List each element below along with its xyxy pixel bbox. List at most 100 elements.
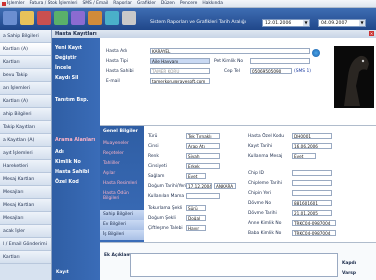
tab-prescriptions[interactable]: Reçeteler: [103, 151, 124, 156]
breed-select[interactable]: Arap Atı: [186, 143, 220, 149]
mother-id-field[interactable]: TRKC04-0987004: [292, 220, 336, 226]
tab-analyses[interactable]: Tahliller: [103, 161, 120, 166]
delete-button[interactable]: Kaydı Sil: [55, 76, 78, 81]
search-by-code[interactable]: Özel Kod: [55, 180, 79, 185]
toolbar-icon-2[interactable]: [20, 11, 34, 25]
menu-item-islemler[interactable]: İşlemler: [7, 1, 25, 6]
nav-item[interactable]: Kartları (A): [0, 43, 51, 56]
date-from-select[interactable]: 12.01.2006 ▼: [262, 19, 310, 27]
healthy-select[interactable]: Evet: [186, 173, 206, 179]
tab-other-info[interactable]: Hasta Ödün Bilgileri: [103, 191, 144, 201]
food-field[interactable]: [186, 193, 220, 199]
chevron-down-icon[interactable]: ▼: [303, 20, 309, 26]
menu-item-grafikler[interactable]: Grafikler: [137, 1, 156, 6]
tab-examinations[interactable]: Muayeneler: [103, 141, 129, 146]
date-to-select[interactable]: 04.09.2007 ▼: [318, 19, 366, 27]
tattoo-date-field[interactable]: 21.01.2005: [292, 210, 332, 216]
toolbar: Sistem Raporları ve Grafikleri Tarih Ara…: [0, 8, 376, 30]
close-icon[interactable]: ×: [369, 31, 374, 36]
nav-item[interactable]: l / Email Gönderimi: [0, 238, 51, 251]
special-code-label: Hasta Özel Kodu: [248, 134, 285, 139]
chip-place-label: Chipin Yeri: [248, 191, 272, 196]
patient-photo: [334, 46, 374, 108]
menu-item-duzen[interactable]: Düzen: [161, 1, 175, 6]
nav-item[interactable]: Kartları: [0, 251, 51, 264]
nav-item[interactable]: acak İşler: [0, 225, 51, 238]
menu-item-fatura[interactable]: Fatura / Stok İşlemleri: [30, 1, 78, 6]
patient-type-select[interactable]: Aile Hayvanı: [150, 58, 210, 64]
refresh-icon[interactable]: [312, 49, 320, 57]
toolbar-icon-5[interactable]: [71, 11, 85, 25]
toolbar-icon-3[interactable]: [37, 11, 51, 25]
nav-item[interactable]: Mesaj Kartları: [0, 173, 51, 186]
nav-item[interactable]: Mesaj Kartları: [0, 199, 51, 212]
nav-item[interactable]: Takip Kayıtları: [0, 121, 51, 134]
tab-home-info[interactable]: Ev Bilgileri: [100, 220, 144, 230]
nav-item[interactable]: ayıt İşlemleri: [0, 147, 51, 160]
menu-item-sms[interactable]: SMS / Email: [82, 1, 108, 6]
search-by-name[interactable]: Adı: [55, 150, 64, 155]
menu-item-raporlar[interactable]: Raporlar: [113, 1, 132, 6]
nav-item[interactable]: bevu Takip: [0, 69, 51, 82]
toolbar-icon-4[interactable]: [54, 11, 68, 25]
special-code-field[interactable]: DH0001: [292, 133, 332, 139]
nav-item[interactable]: Hareketleri: [0, 160, 51, 173]
chevron-down-icon[interactable]: ▼: [359, 20, 365, 26]
varsp-label: Varsp: [342, 271, 357, 276]
search-by-id[interactable]: Kimlik No: [55, 160, 81, 165]
tab-owner-info[interactable]: Sahip Bilgileri: [100, 210, 144, 220]
menu-item-pencere[interactable]: Pencere: [180, 1, 198, 6]
search-by-owner[interactable]: Hasta Sahibi: [55, 170, 89, 175]
tab-pictures[interactable]: Hasta Resimleri: [103, 181, 137, 186]
nav-item[interactable]: Kartları: [0, 56, 51, 69]
birth-place-field[interactable]: ANKARA: [214, 183, 236, 189]
email-field[interactable]: tamerkoru@ravesoft.com: [150, 78, 210, 84]
color-select[interactable]: Siyah: [186, 153, 220, 159]
inspect-button[interactable]: İncele: [55, 66, 71, 71]
toolbar-icon-8[interactable]: [122, 11, 136, 25]
patient-name-field[interactable]: KARAYEL: [150, 48, 310, 54]
pet-id-field[interactable]: [250, 58, 310, 64]
chip-id-field[interactable]: [292, 170, 332, 176]
mating-select[interactable]: Hayır: [186, 225, 206, 231]
tab-work-info[interactable]: İş Bilgileri: [100, 230, 144, 240]
nav-item[interactable]: arı İşlemleri: [0, 82, 51, 95]
nav-item[interactable]: ahip Bilgileri: [0, 108, 51, 121]
father-id-field[interactable]: TRKC04-0987004: [292, 230, 336, 236]
tattoo-no-field[interactable]: 881601601: [292, 200, 332, 206]
nav-item[interactable]: a Kayıtları (A): [0, 134, 51, 147]
birth-type-select[interactable]: Doğal: [186, 215, 206, 221]
patient-header-form: Hasta Adı KARAYEL Hasta Tipi Aile Hayvan…: [100, 38, 376, 126]
left-nav: a Sahip Bilgileri Kartları (A) Kartları …: [0, 30, 52, 280]
general-info-tab[interactable]: Genel Bilgiler: [103, 129, 138, 134]
toolbar-icon-1[interactable]: [3, 11, 17, 25]
nav-item[interactable]: a Sahip Bilgileri: [0, 30, 51, 43]
general-info-form: Türü Tek Tırnaklı Cinsi Arap Atı Renk Si…: [144, 126, 376, 242]
notes-section: Ek Açıklama Kayıt Kapdı Varsp: [56, 242, 376, 280]
chip-place-field[interactable]: [292, 190, 332, 196]
message-select[interactable]: Evet: [292, 153, 316, 159]
nav-item[interactable]: Kartları (A): [0, 95, 51, 108]
toolbar-icon-7[interactable]: [105, 11, 119, 25]
chip-date-field[interactable]: [292, 180, 332, 186]
sms-link[interactable]: (SMS 1): [294, 69, 311, 74]
search-fields-title: Arama Alanları: [55, 138, 96, 143]
menu-item-hakkinda[interactable]: Hakkında: [202, 1, 223, 6]
save-button[interactable]: Kayıt: [56, 270, 69, 275]
tab-vaccines[interactable]: Aşılar: [103, 171, 115, 176]
nav-item[interactable]: Mesajları: [0, 212, 51, 225]
type-select[interactable]: Tek Tırnaklı: [186, 133, 220, 139]
herd-select[interactable]: Sürü: [186, 205, 206, 211]
birth-date-field[interactable]: 17.12.2004: [186, 183, 212, 189]
edit-button[interactable]: Değiştir: [55, 56, 76, 61]
toolbar-icon-6[interactable]: [88, 11, 102, 25]
owner-field[interactable]: TAMER KORU: [150, 68, 210, 74]
intro-button[interactable]: Tanıtım Bsp.: [55, 98, 88, 103]
new-record-button[interactable]: Yeni Kayıt: [55, 46, 82, 51]
cell-phone-field[interactable]: 05069505090: [250, 68, 292, 74]
nav-item[interactable]: Mesajları: [0, 186, 51, 199]
gender-select[interactable]: Erkek: [186, 163, 220, 169]
patient-records-window: Hasta Kayıtları × Yeni Kayıt Değiştir İn…: [52, 30, 376, 280]
record-date-field[interactable]: 16.06.2006: [292, 143, 332, 149]
notes-textarea[interactable]: [130, 253, 338, 277]
